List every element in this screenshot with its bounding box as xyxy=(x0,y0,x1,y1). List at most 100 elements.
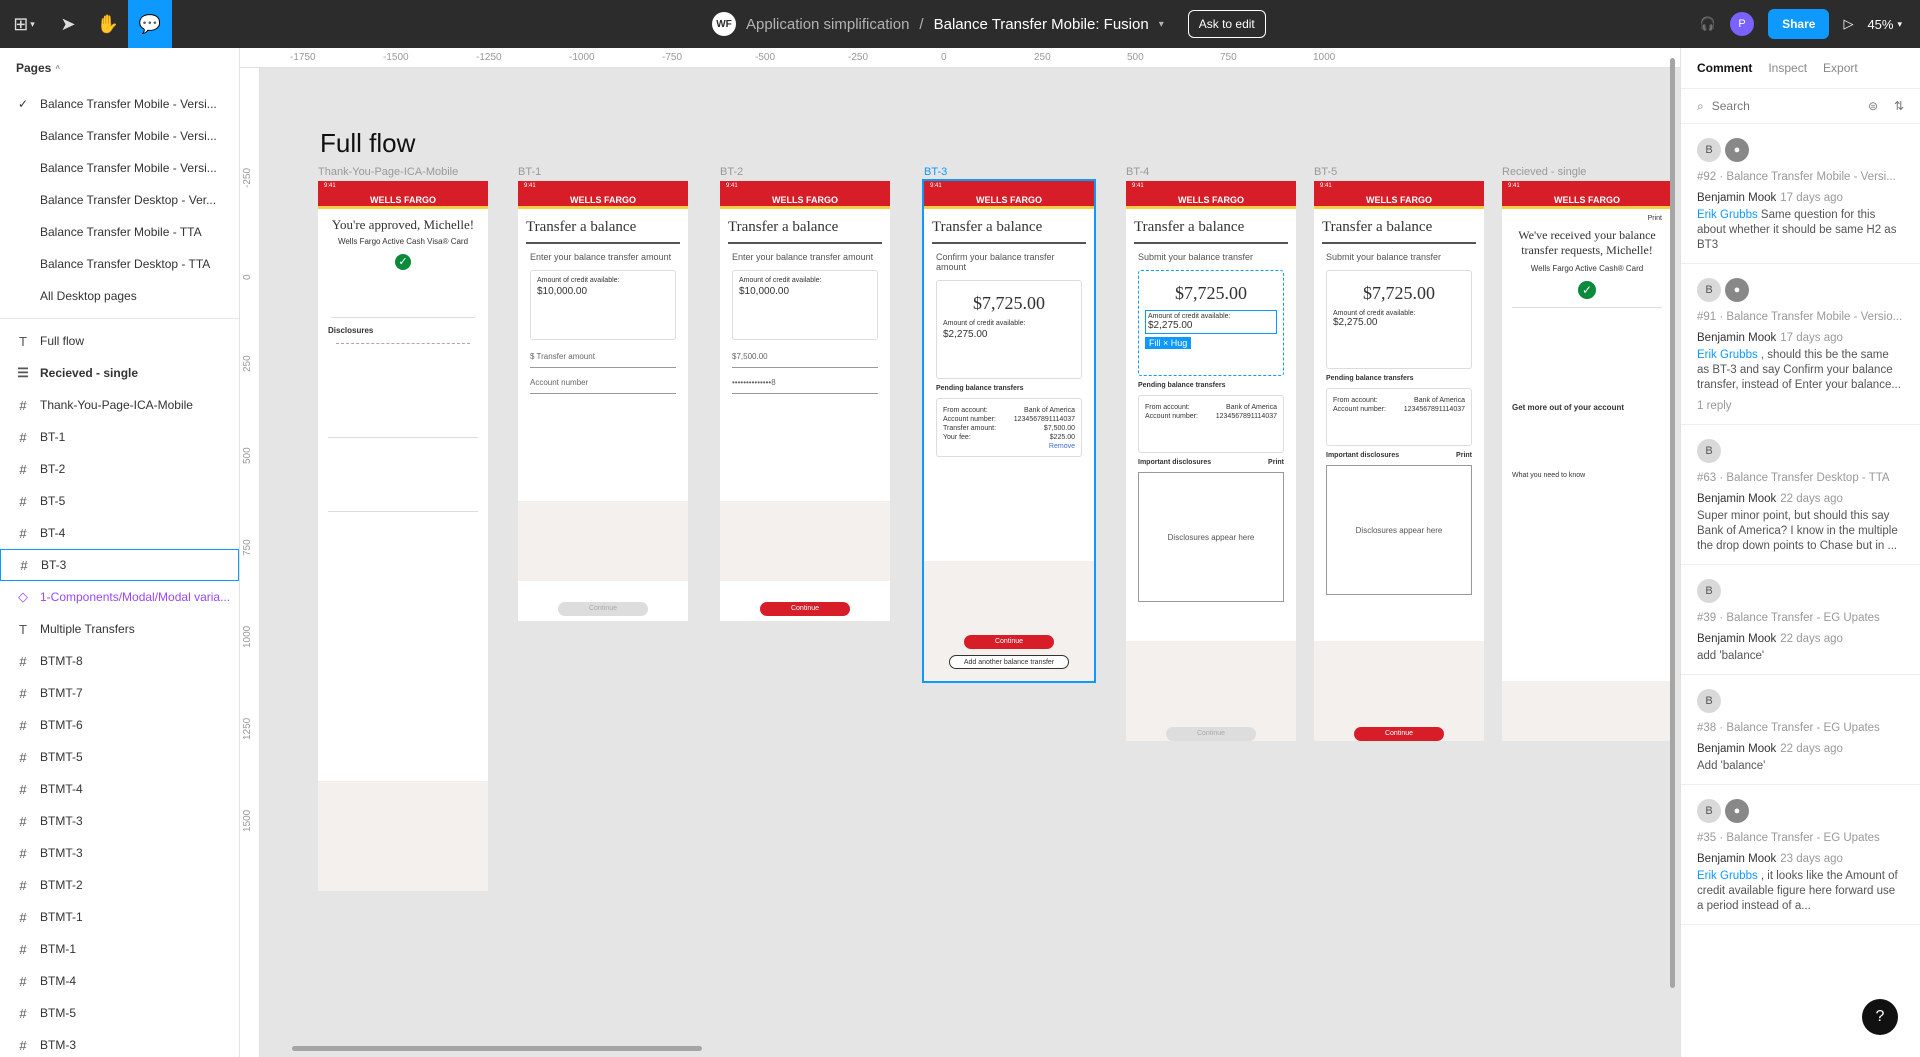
tab-export[interactable]: Export xyxy=(1823,61,1858,75)
comment-search[interactable]: ⌕ Search ⊜ ⇅ xyxy=(1681,88,1920,124)
frame-label-ty[interactable]: Thank-You-Page-ICA-Mobile xyxy=(318,166,458,178)
layer-item[interactable]: ◇ 1-Components/Modal/Modal varia... xyxy=(0,581,239,613)
account-number-input[interactable]: ••••••••••••••8 xyxy=(732,372,878,394)
design-canvas[interactable]: -1750 -1500 -1250 -1000 -750 -500 -250 0 250 500 7… xyxy=(240,48,1680,1057)
layer-item[interactable]: # BTM-4 xyxy=(0,965,239,997)
horizontal-scrollbar[interactable] xyxy=(292,1046,702,1051)
comment-tool-icon[interactable]: 💬 xyxy=(128,0,172,48)
frame-label-bt2[interactable]: BT-2 xyxy=(720,166,743,178)
tab-inspect[interactable]: Inspect xyxy=(1768,61,1807,75)
comment-reply-count[interactable]: 1 reply xyxy=(1697,399,1904,414)
layer-item[interactable]: # BTMT-1 xyxy=(0,901,239,933)
layer-item[interactable]: # BTM-1 xyxy=(0,933,239,965)
user-avatar[interactable]: P xyxy=(1730,12,1755,36)
file-name[interactable]: Balance Transfer Mobile: Fusion xyxy=(934,16,1149,33)
layer-item[interactable]: # BT-2 xyxy=(0,453,239,485)
what-you-need-heading[interactable]: What you need to know xyxy=(1512,472,1662,479)
chevron-up-icon[interactable]: ^ xyxy=(55,64,60,73)
layer-item[interactable]: ☰ Recieved - single xyxy=(0,357,239,389)
pages-header[interactable]: Pages ^ xyxy=(0,48,239,88)
layer-item[interactable]: # BTMT-7 xyxy=(0,677,239,709)
search-input[interactable]: Search xyxy=(1712,99,1750,113)
transfer-amount-input[interactable]: $7,500.00 xyxy=(732,346,878,368)
continue-button[interactable]: Continue xyxy=(964,635,1054,649)
comment-item[interactable]: B #39 · Balance Transfer - EG Upates Benja… xyxy=(1681,565,1920,675)
zoom-level[interactable]: 45% xyxy=(1867,17,1893,32)
layer-item[interactable]: # BT-4 xyxy=(0,517,239,549)
move-tool-icon[interactable]: ➤ xyxy=(48,0,88,48)
comment-item[interactable]: B ● #91 · Balance Transfer Mobile - Versio… xyxy=(1681,264,1920,425)
help-icon[interactable]: ? xyxy=(1862,999,1898,1035)
filter-icon[interactable]: ⊜ xyxy=(1868,99,1878,113)
zoom-chevron-icon[interactable]: ▾ xyxy=(1897,19,1902,30)
frame-bt4[interactable]: 9:41 WELLS FARGO Transfer a balance Subm… xyxy=(1126,181,1296,741)
comment-item[interactable]: B ● #35 · Balance Transfer - EG Upates Benj… xyxy=(1681,785,1920,925)
layer-item[interactable]: # BT-3 xyxy=(0,549,239,581)
sort-icon[interactable]: ⇅ xyxy=(1894,99,1904,113)
frame-thank-you[interactable]: 9:41 WELLS FARGO You're approved, Michel… xyxy=(318,181,488,891)
continue-button-disabled[interactable]: Continue xyxy=(1166,727,1256,741)
layer-item[interactable]: # BT-5 xyxy=(0,485,239,517)
account-number-input[interactable]: Account number xyxy=(530,372,676,394)
continue-button-disabled[interactable]: Continue xyxy=(558,602,648,616)
comment-item[interactable]: B ● #92 · Balance Transfer Mobile - Versi.… xyxy=(1681,124,1920,264)
canvas-title[interactable]: Full flow xyxy=(320,128,415,159)
frame-bt2[interactable]: 9:41 WELLS FARGO Transfer a balance Ente… xyxy=(720,181,890,621)
layer-item[interactable]: # BTM-3 xyxy=(0,1029,239,1057)
print-link[interactable]: Print xyxy=(1512,215,1662,222)
present-play-icon[interactable]: ▷ xyxy=(1843,16,1853,32)
remove-link[interactable]: Remove xyxy=(943,443,1075,450)
frame-label-bt3[interactable]: BT-3 xyxy=(924,166,947,178)
comment-mention[interactable]: Erik Grubbs xyxy=(1697,870,1758,882)
tab-comment[interactable]: Comment xyxy=(1697,61,1752,75)
frame-label-bt4[interactable]: BT-4 xyxy=(1126,166,1149,178)
vertical-scrollbar[interactable] xyxy=(1670,58,1675,988)
layer-item[interactable]: # BTMT-4 xyxy=(0,773,239,805)
frame-bt1[interactable]: 9:41 WELLS FARGO Transfer a balance Ente… xyxy=(518,181,688,621)
layer-item[interactable]: # BTM-5 xyxy=(0,997,239,1029)
chevron-down-icon[interactable]: ▾ xyxy=(1159,19,1164,30)
page-item[interactable]: All Desktop pages xyxy=(0,280,239,312)
layer-item[interactable]: # BTMT-3 xyxy=(0,805,239,837)
frame-bt5[interactable]: 9:41 WELLS FARGO Transfer a balance Subm… xyxy=(1314,181,1484,741)
layer-item[interactable]: # BTMT-5 xyxy=(0,741,239,773)
frame-label-bt5[interactable]: BT-5 xyxy=(1314,166,1337,178)
frame-bt3[interactable]: 9:41 WELLS FARGO Transfer a balance Conf… xyxy=(922,179,1096,683)
frame-received[interactable]: 9:41 WELLS FARGO Print We've received yo… xyxy=(1502,181,1672,741)
hand-tool-icon[interactable]: ✋ xyxy=(88,0,128,48)
brand-bar: WELLS FARGO xyxy=(1502,191,1672,209)
page-item[interactable]: ✓ Balance Transfer Mobile - Versi... xyxy=(0,88,239,120)
frame-footer: Continue xyxy=(1126,641,1296,741)
comment-mention[interactable]: Erik Grubbs xyxy=(1697,349,1758,361)
layer-item[interactable]: T Multiple Transfers xyxy=(0,613,239,645)
print-link[interactable]: Print xyxy=(1456,452,1472,459)
ask-to-edit-button[interactable]: Ask to edit xyxy=(1187,10,1266,38)
frame-label-received[interactable]: Recieved - single xyxy=(1502,166,1586,178)
comment-mention[interactable]: Erik Grubbs xyxy=(1697,209,1758,221)
page-item[interactable]: Balance Transfer Mobile - Versi... xyxy=(0,152,239,184)
layer-item[interactable]: # BTMT-3 xyxy=(0,837,239,869)
page-item[interactable]: Balance Transfer Mobile - TTA xyxy=(0,216,239,248)
layer-item[interactable]: # Thank-You-Page-ICA-Mobile xyxy=(0,389,239,421)
headphones-icon[interactable]: 🎧 xyxy=(1700,16,1716,32)
layer-item[interactable]: # BTMT-6 xyxy=(0,709,239,741)
page-item[interactable]: Balance Transfer Mobile - Versi... xyxy=(0,120,239,152)
layer-item[interactable]: # BTMT-2 xyxy=(0,869,239,901)
transfer-amount-input[interactable]: $ Transfer amount xyxy=(530,346,676,368)
frame-label-bt1[interactable]: BT-1 xyxy=(518,166,541,178)
share-button[interactable]: Share xyxy=(1768,9,1830,39)
page-item[interactable]: Balance Transfer Desktop - TTA xyxy=(0,248,239,280)
print-link[interactable]: Print xyxy=(1268,459,1284,466)
page-item[interactable]: Balance Transfer Desktop - Ver... xyxy=(0,184,239,216)
layer-item[interactable]: # BT-1 xyxy=(0,421,239,453)
continue-button[interactable]: Continue xyxy=(1354,727,1444,741)
layer-item[interactable]: T Full flow xyxy=(0,325,239,357)
layer-item[interactable]: # BTMT-8 xyxy=(0,645,239,677)
main-menu-icon[interactable]: ⊞ ▾ xyxy=(0,0,48,48)
add-another-transfer-button[interactable]: Add another balance transfer xyxy=(949,655,1069,669)
project-name[interactable]: Application simplification xyxy=(746,16,909,33)
continue-button[interactable]: Continue xyxy=(760,602,850,616)
disclosures-box: Disclosures appear here xyxy=(1326,465,1472,595)
comment-item[interactable]: B #63 · Balance Transfer Desktop - TTA Ben… xyxy=(1681,425,1920,565)
comment-item[interactable]: B #38 · Balance Transfer - EG Upates Benja… xyxy=(1681,675,1920,785)
